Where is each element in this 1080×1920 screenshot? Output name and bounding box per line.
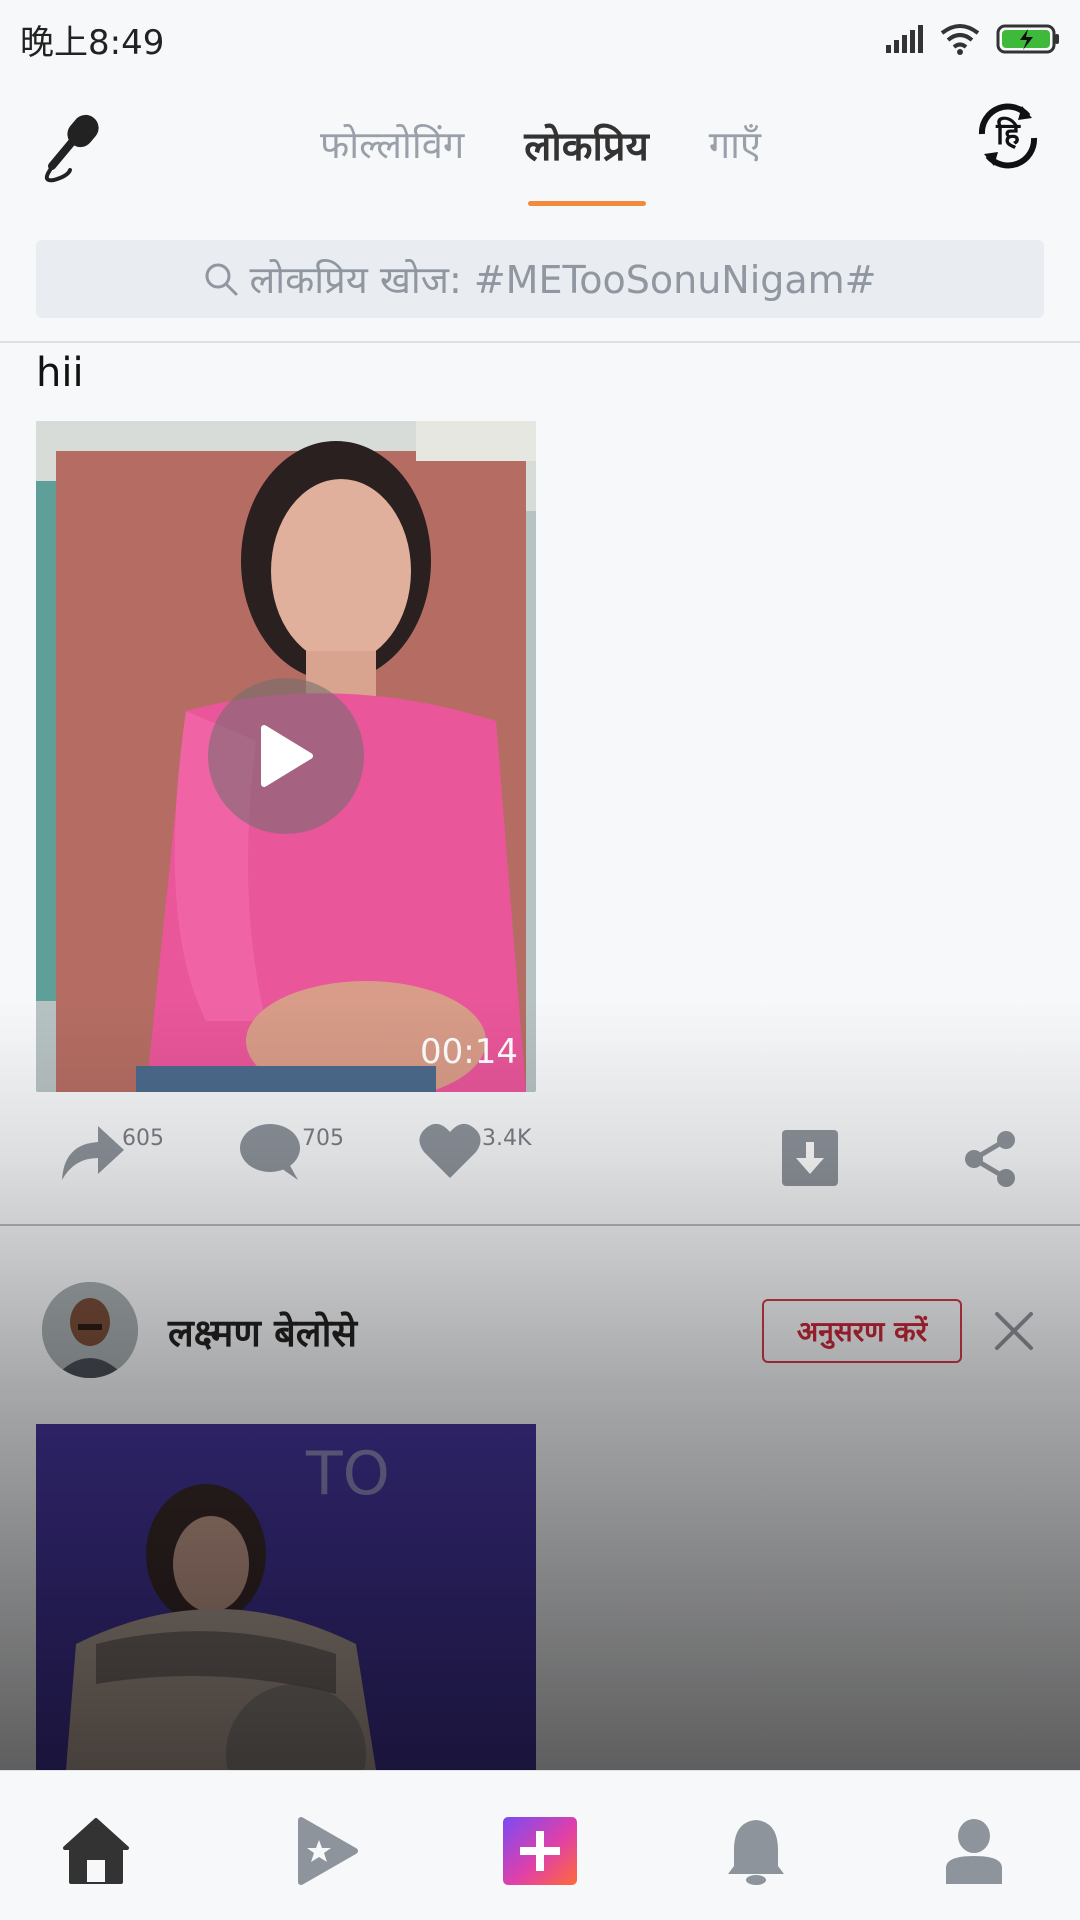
home-icon[interactable] — [56, 1811, 136, 1891]
follow-button[interactable]: अनुसरण करें — [762, 1299, 962, 1363]
video-thumbnail[interactable]: 00:14 — [36, 421, 536, 1092]
top-navigation: फोल्लोविंग लोकप्रिय गाएँ हि — [0, 78, 1080, 228]
tab-following[interactable]: फोल्लोविंग — [290, 108, 494, 180]
tab-popular[interactable]: लोकप्रिय — [494, 108, 679, 180]
microphone-icon[interactable] — [40, 108, 110, 188]
language-label: हि — [996, 117, 1020, 152]
battery-icon — [996, 24, 1059, 54]
search-bar[interactable]: लोकप्रिय खोज: #METooSonuNigam# — [36, 240, 1044, 318]
divider — [0, 1224, 1080, 1226]
status-bar: 晚上8:49 — [0, 0, 1080, 78]
status-icons — [884, 23, 1062, 55]
language-switch-icon[interactable]: हि — [970, 98, 1046, 174]
repost-count: 605 — [122, 1126, 164, 1151]
bottom-navigation — [0, 1770, 1080, 1920]
like-icon — [419, 1123, 481, 1178]
create-icon[interactable] — [500, 1811, 580, 1891]
close-icon[interactable] — [993, 1310, 1035, 1352]
feed-tabs: फोल्लोविंग लोकप्रिय गाएँ — [290, 108, 791, 188]
divider — [0, 341, 1080, 343]
avatar[interactable] — [42, 1282, 138, 1378]
repost-button[interactable] — [60, 1120, 126, 1186]
username[interactable]: लक्ष्मण बेलोसे — [168, 1306, 357, 1358]
post-caption: hii — [36, 350, 84, 396]
like-count: 3.4K — [482, 1126, 532, 1151]
video-thumbnail[interactable]: TO — [36, 1424, 536, 1770]
status-time: 晚上8:49 — [20, 22, 165, 63]
play-icon — [261, 725, 313, 787]
notification-icon[interactable] — [716, 1811, 796, 1891]
wifi-icon — [940, 24, 980, 55]
search-icon — [205, 263, 238, 296]
svg-text:TO: TO — [305, 1439, 390, 1509]
video-thumbnail-image: TO — [36, 1424, 536, 1770]
play-button[interactable] — [208, 678, 364, 834]
repost-icon — [62, 1126, 124, 1180]
share-button[interactable] — [962, 1130, 1018, 1192]
download-icon — [782, 1130, 838, 1186]
comment-button[interactable] — [238, 1120, 304, 1186]
tab-songs[interactable]: गाएँ — [679, 108, 791, 180]
comment-icon — [240, 1124, 300, 1180]
signal-icon — [886, 25, 923, 53]
download-button[interactable] — [782, 1130, 838, 1190]
video-duration: 00:14 — [420, 1032, 518, 1072]
comment-count: 705 — [302, 1126, 344, 1151]
suggested-user-row: लक्ष्मण बेलोसे अनुसरण करें — [0, 1270, 1080, 1390]
share-icon — [965, 1131, 1015, 1187]
profile-icon[interactable] — [934, 1811, 1014, 1891]
search-placeholder: लोकप्रिय खोज: #METooSonuNigam# — [249, 258, 877, 302]
like-button[interactable] — [418, 1120, 482, 1184]
video-star-icon[interactable] — [286, 1811, 366, 1891]
post-actions: 605 705 3.4K — [0, 1120, 1080, 1200]
